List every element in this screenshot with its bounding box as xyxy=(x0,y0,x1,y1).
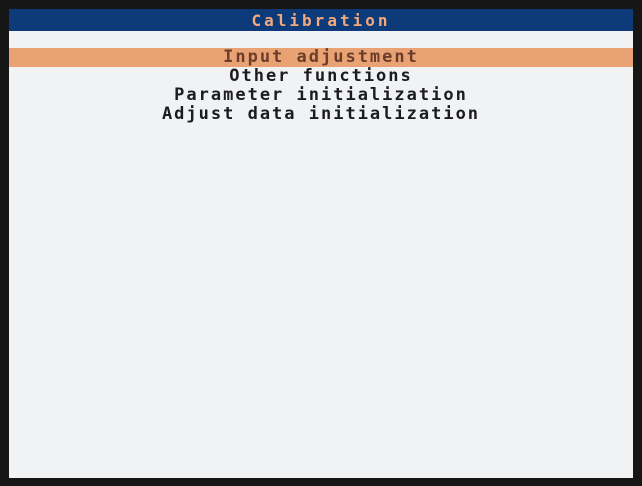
menu-item-other-functions[interactable]: Other functions xyxy=(9,67,633,86)
menu-item-parameter-initialization[interactable]: Parameter initialization xyxy=(9,86,633,105)
title-bar: Calibration xyxy=(9,9,633,31)
monitor-bezel: Calibration Input adjustment Other funct… xyxy=(0,0,642,486)
menu-item-input-adjustment[interactable]: Input adjustment xyxy=(9,48,633,67)
page-title: Calibration xyxy=(251,10,391,30)
menu-item-adjust-data-initialization[interactable]: Adjust data initialization xyxy=(9,105,633,124)
osd-screen: Calibration Input adjustment Other funct… xyxy=(9,9,633,478)
calibration-menu: Input adjustment Other functions Paramet… xyxy=(9,48,633,124)
